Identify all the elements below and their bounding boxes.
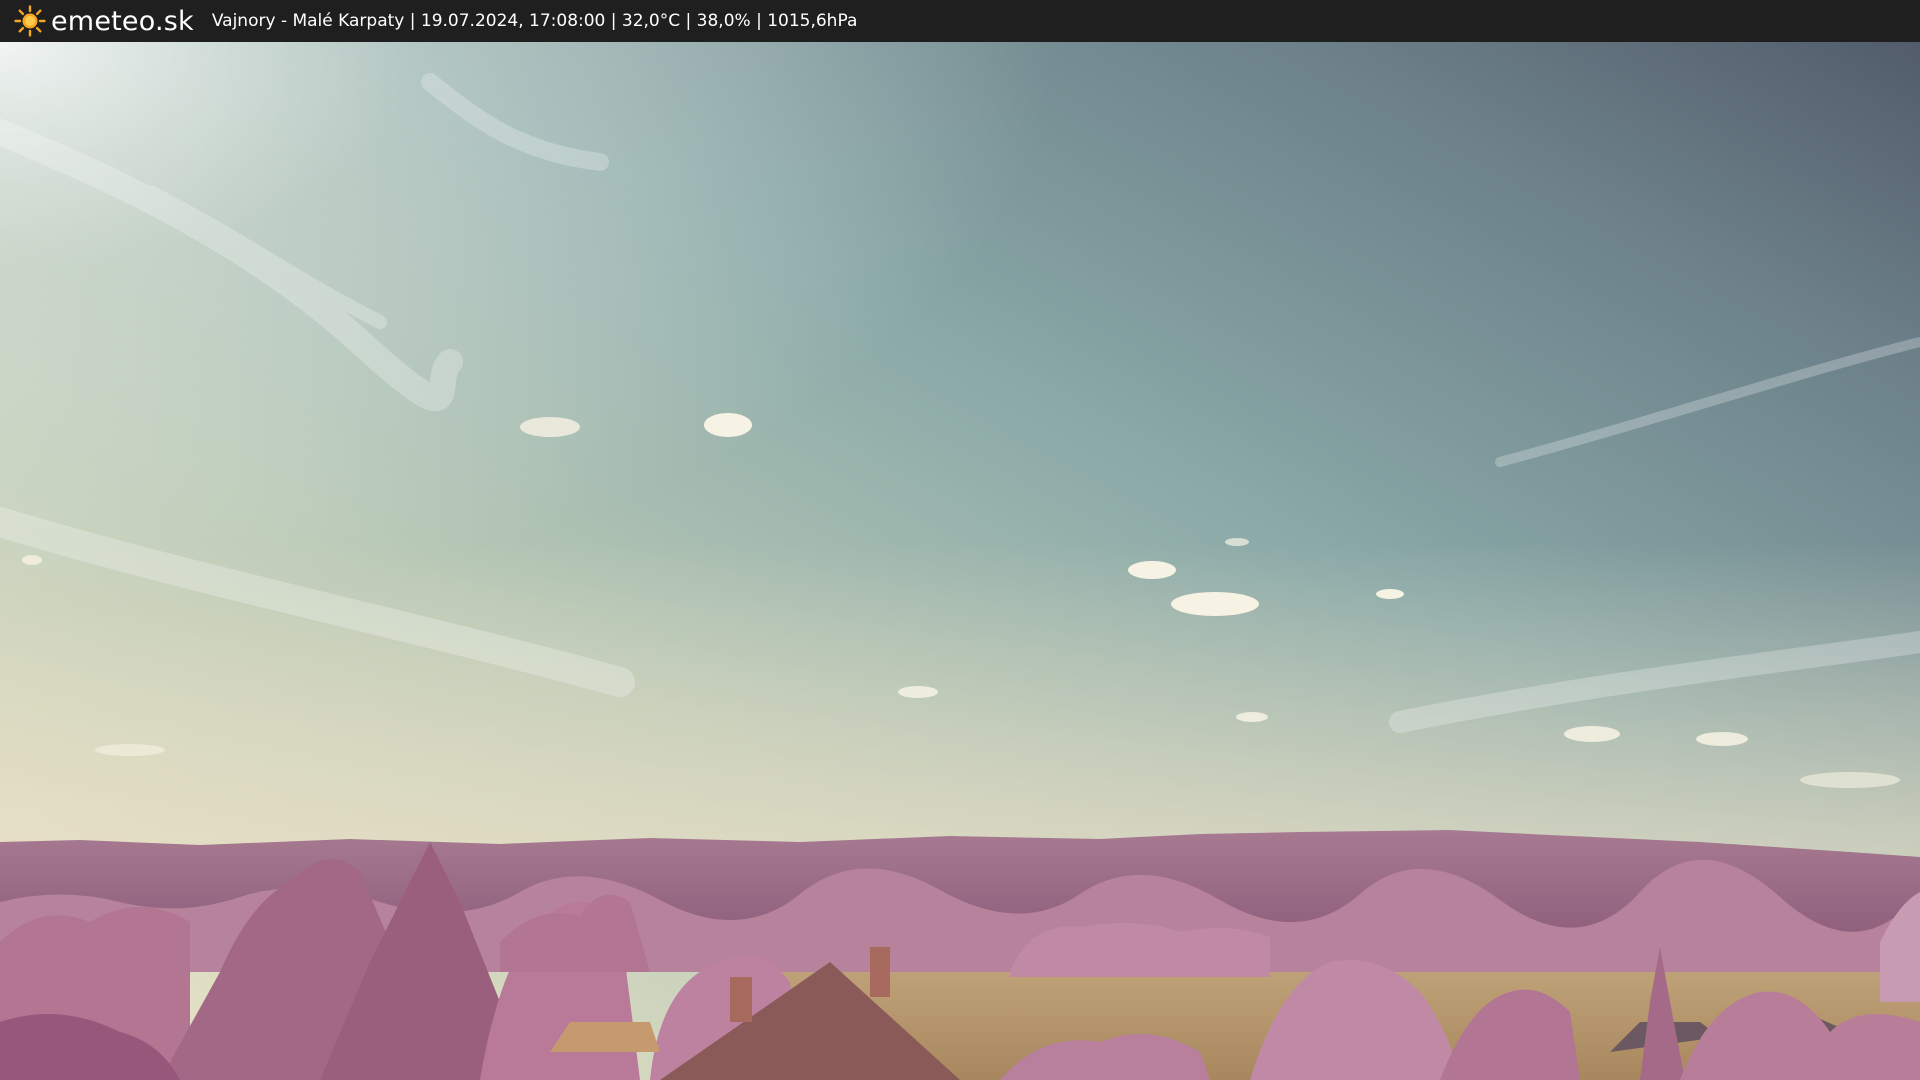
webcam-image: [0, 42, 1920, 1080]
emeteo-logo[interactable]: emeteo.sk: [14, 0, 194, 42]
weather-status-text: Vajnory - Malé Karpaty | 19.07.2024, 17:…: [211, 11, 858, 31]
logo-text: emeteo.sk: [51, 5, 194, 37]
webcam-page: emeteo.sk Vajnory - Malé Karpaty | 19.07…: [0, 0, 1920, 1080]
top-bar: emeteo.sk Vajnory - Malé Karpaty | 19.07…: [0, 0, 1920, 42]
sun-icon: [14, 5, 46, 37]
